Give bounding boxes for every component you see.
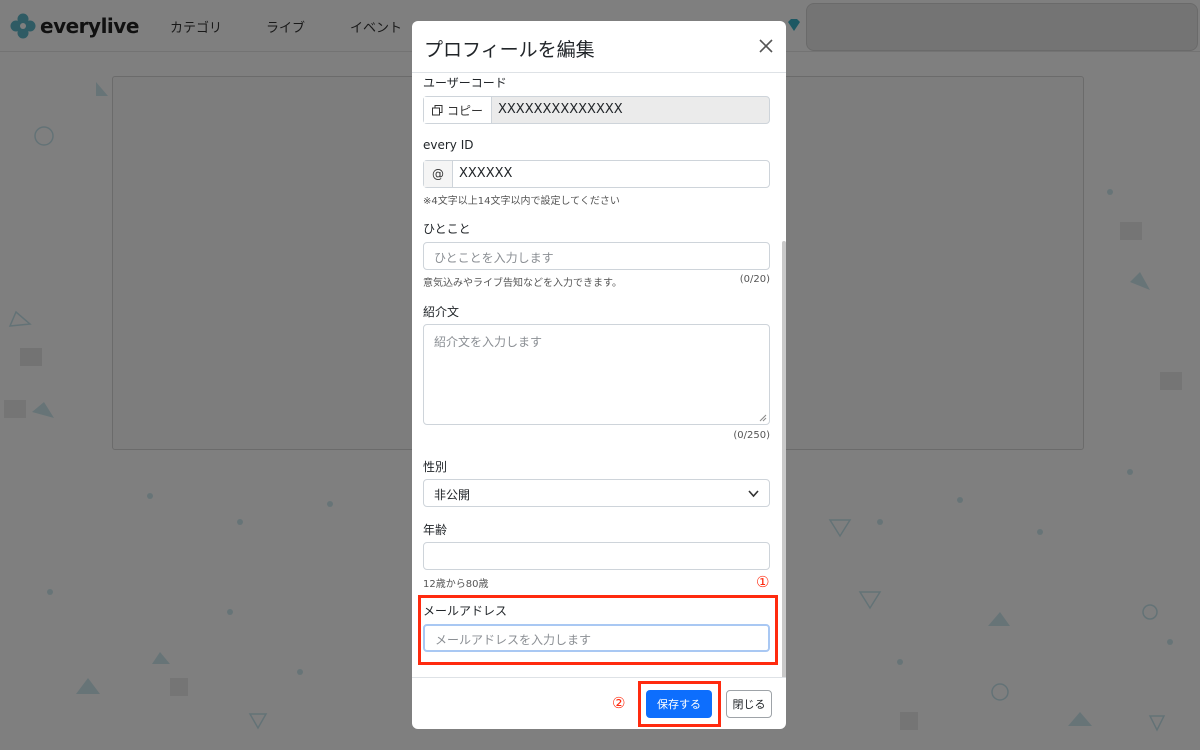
edit-profile-modal: プロフィールを編集 ユーザーコード コピー XXXXXXXXXXXXXX eve… (412, 21, 786, 729)
hitokoto-label: ひとこと (423, 222, 471, 236)
every-id-group: @ XXXXXX (423, 160, 770, 188)
age-input[interactable] (423, 542, 770, 570)
gender-label: 性別 (423, 460, 448, 474)
hitokoto-count: (0/20) (739, 274, 770, 285)
user-code-label: ユーザーコード (423, 76, 507, 90)
save-button[interactable]: 保存する (646, 690, 712, 718)
intro-textarea[interactable]: 紹介文を入力します (423, 324, 770, 425)
gender-select[interactable]: 非公開 (423, 479, 770, 507)
at-prefix: @ (424, 161, 453, 187)
copy-icon (431, 104, 443, 115)
copy-button[interactable]: コピー (424, 97, 492, 123)
hitokoto-input[interactable]: ひとことを入力します (423, 242, 770, 270)
modal-footer: ② 保存する 閉じる (412, 677, 786, 729)
every-id-input[interactable]: XXXXXX (459, 166, 512, 181)
email-placeholder: メールアドレスを入力します (435, 633, 592, 647)
every-id-label: every ID (423, 138, 474, 152)
modal-title: プロフィールを編集 (424, 39, 595, 61)
modal-body: ユーザーコード コピー XXXXXXXXXXXXXX every ID @ XX… (412, 73, 786, 677)
intro-placeholder: 紹介文を入力します (434, 335, 543, 349)
age-help: 12歳から80歳 (423, 579, 489, 590)
gender-selected: 非公開 (434, 488, 471, 502)
modal-header: プロフィールを編集 (412, 21, 786, 73)
email-label: メールアドレス (423, 604, 508, 618)
annotation-marker-2: ② (612, 694, 626, 712)
every-id-help: ※4文字以上14文字以内で設定してください (423, 196, 620, 207)
user-code-group: コピー XXXXXXXXXXXXXX (423, 96, 770, 124)
close-button[interactable]: 閉じる (726, 690, 772, 718)
age-label: 年齢 (423, 523, 448, 537)
modal-scrollbar[interactable] (782, 241, 786, 677)
hitokoto-help: 意気込みやライブ告知などを入力できます。 (423, 278, 622, 289)
email-input[interactable]: メールアドレスを入力します (423, 624, 770, 652)
user-code-value: XXXXXXXXXXXXXX (498, 102, 623, 117)
intro-count: (0/250) (733, 430, 770, 441)
copy-label: コピー (446, 103, 483, 118)
intro-label: 紹介文 (423, 305, 460, 319)
annotation-marker-1: ① (756, 573, 770, 591)
resize-handle-icon[interactable] (759, 414, 767, 422)
chevron-down-icon (748, 490, 759, 498)
hitokoto-placeholder: ひとことを入力します (434, 251, 554, 265)
close-icon[interactable] (756, 36, 776, 56)
